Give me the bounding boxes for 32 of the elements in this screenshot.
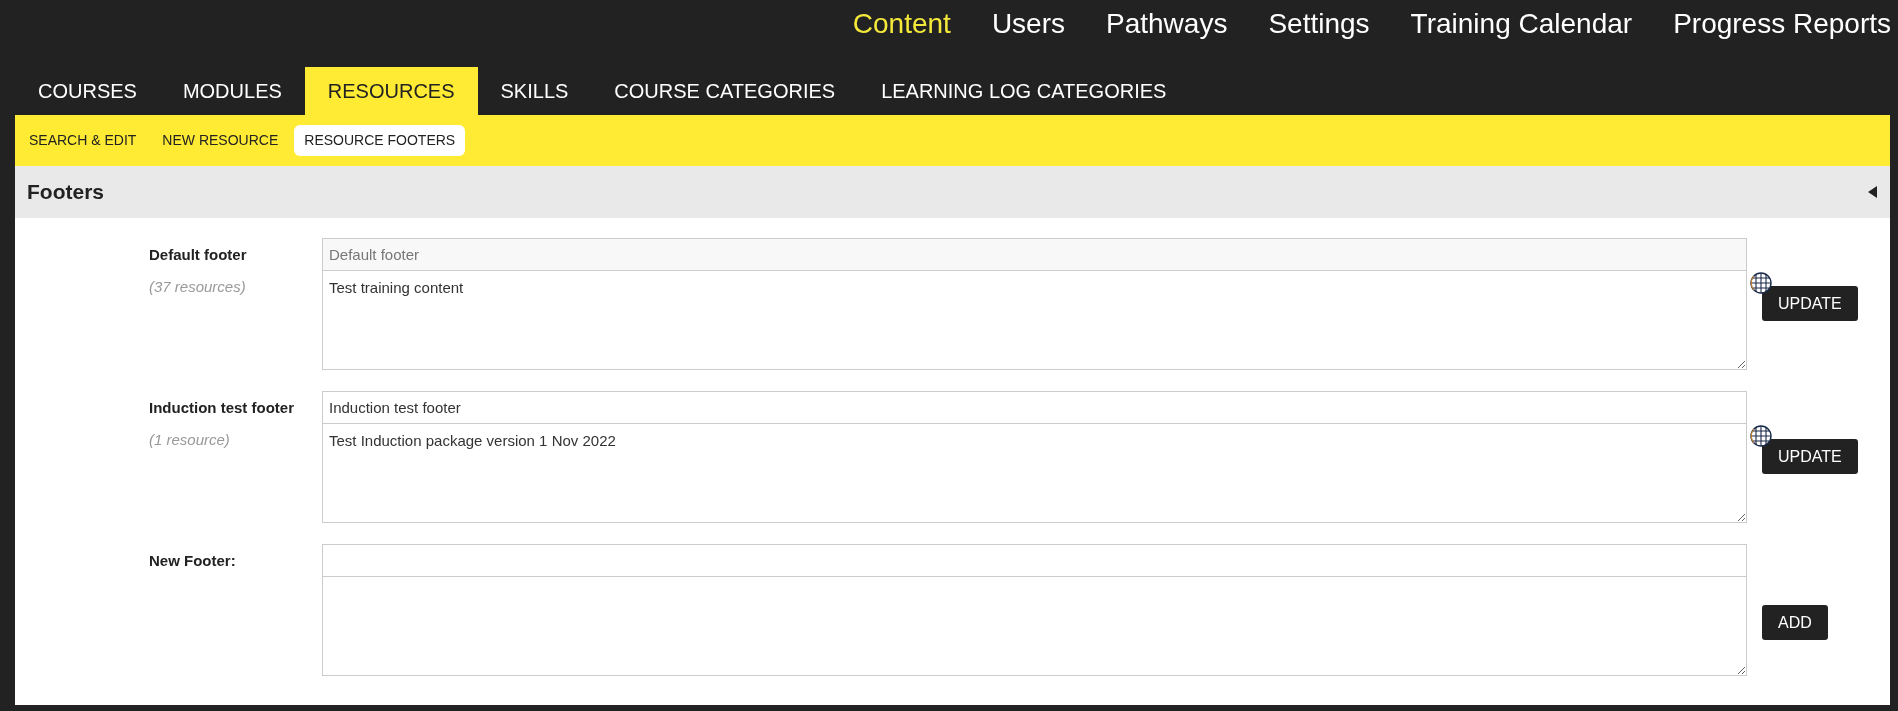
tab[interactable]: MODULES [159,67,305,115]
section-title: Footers [27,179,104,206]
resource-count: (37 resources) [149,276,247,297]
footer-name-field[interactable] [322,544,1747,577]
add-button[interactable]: ADD [1762,605,1828,640]
nav-link[interactable]: Progress Reports [1673,3,1891,45]
footer-name-field[interactable]: Induction test footer [322,391,1747,424]
resource-count: (1 resource) [149,429,231,450]
tab[interactable]: LEARNING LOG CATEGORIES [858,67,1190,115]
nav-link[interactable]: Content [852,3,951,45]
nav-link[interactable]: Training Calendar [1410,3,1633,45]
nav-link[interactable]: Users [991,3,1065,45]
field-label: New Footer: [149,551,237,571]
field-label: Default footer [149,245,248,265]
sub-tab[interactable]: SEARCH & EDIT [19,125,147,156]
field-label: Induction test footer [149,398,295,418]
globe-icon[interactable] [1750,425,1772,447]
update-button[interactable]: UPDATE [1762,286,1858,321]
sub-tab[interactable]: NEW RESOURCE [152,125,289,156]
tab[interactable]: SKILLS [477,67,592,115]
globe-icon[interactable] [1750,272,1772,294]
update-button[interactable]: UPDATE [1762,439,1858,474]
tab[interactable]: COURSES [15,67,160,115]
section-header[interactable]: Footers [15,166,1890,218]
footer-text-area[interactable]: Test training content [322,271,1747,370]
footer-text-area[interactable]: Test Induction package version 1 Nov 2022 [322,424,1747,523]
collapsed-triangle-icon[interactable] [1867,186,1878,198]
sub-tab[interactable]: RESOURCE FOOTERS [294,125,466,156]
nav-link[interactable]: Settings [1268,3,1370,45]
tab[interactable]: RESOURCES [304,67,478,115]
nav-link[interactable]: Pathways [1106,3,1228,45]
tab[interactable]: COURSE CATEGORIES [591,67,859,115]
